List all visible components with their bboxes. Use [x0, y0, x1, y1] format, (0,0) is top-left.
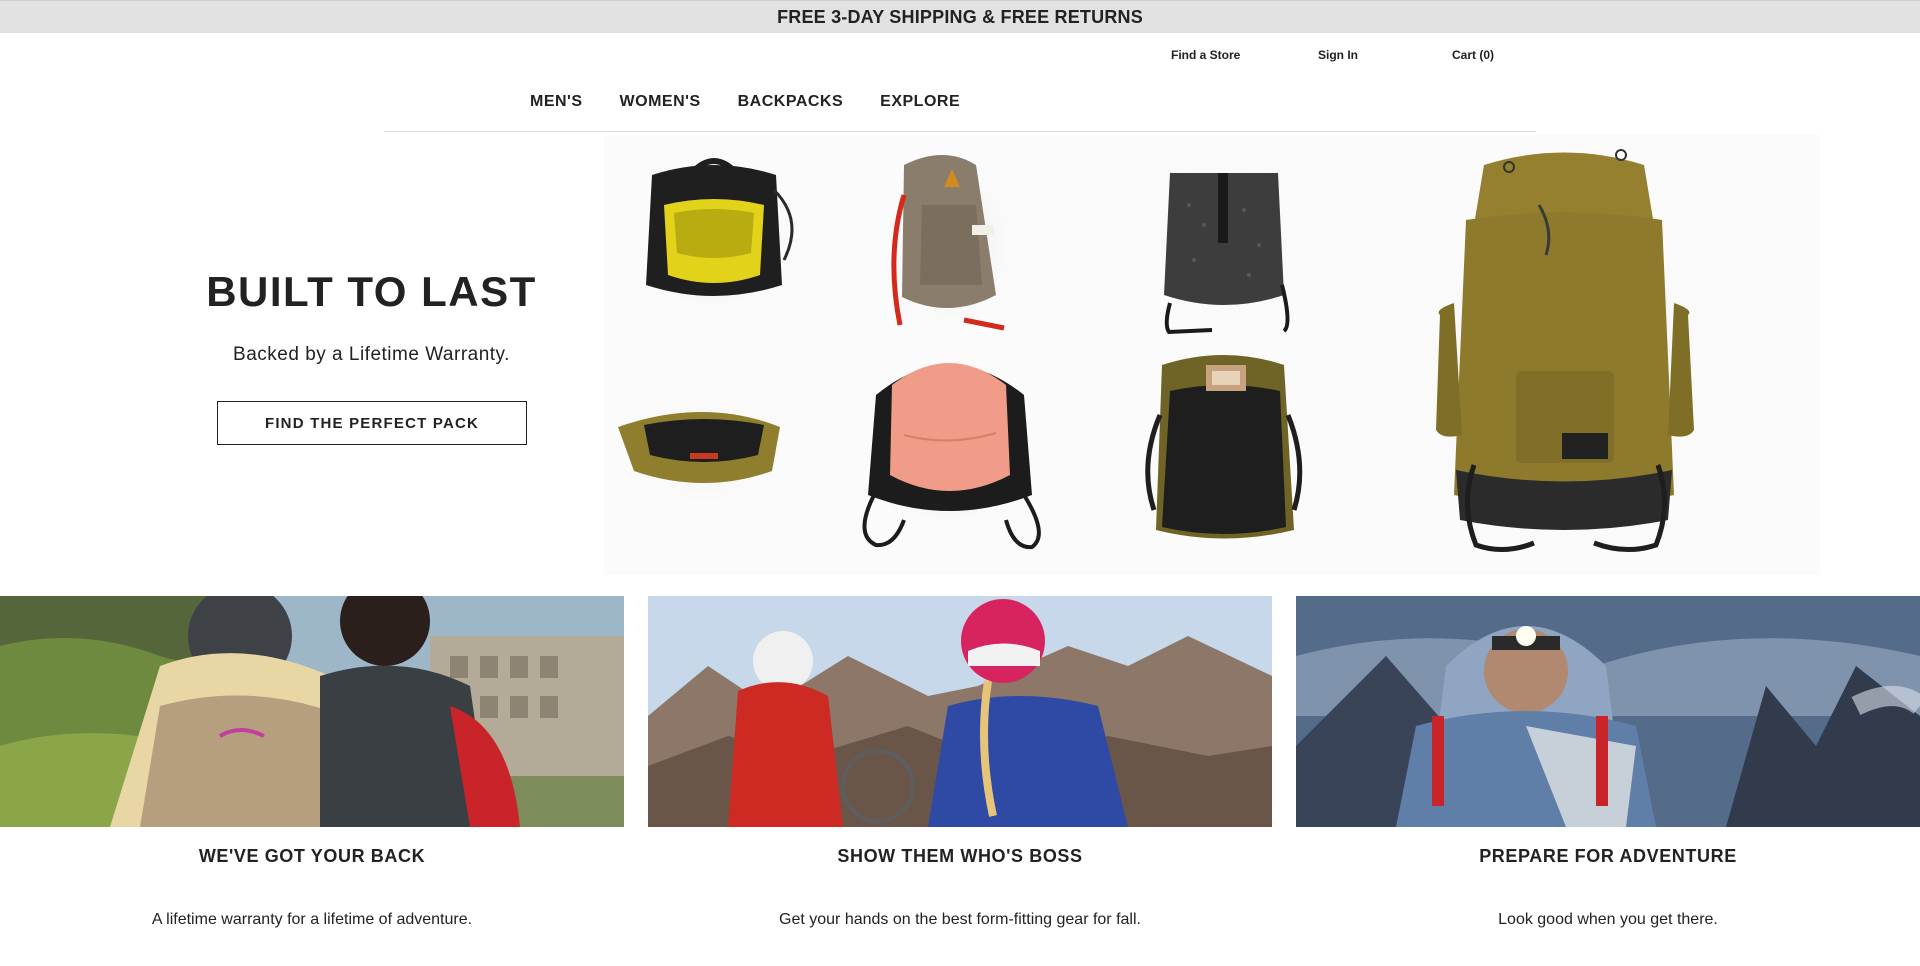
promo-text: FREE 3-DAY SHIPPING & FREE RETURNS	[777, 6, 1143, 27]
tile-text-1: A lifetime warranty for a lifetime of ad…	[151, 911, 473, 928]
find-store-link[interactable]: Find a Store	[1171, 48, 1240, 62]
hero-subtitle: Backed by a Lifetime Warranty.	[233, 344, 510, 365]
tile-image-climbers[interactable]	[648, 596, 1272, 827]
coral-lined-pack	[854, 350, 1044, 550]
promo-bar: FREE 3-DAY SHIPPING & FREE RETURNS	[0, 0, 1920, 33]
nav-explore[interactable]: EXPLORE	[880, 93, 960, 111]
tile-title-1[interactable]: WE'VE GOT YOUR BACK	[0, 846, 624, 867]
tile-title-2[interactable]: SHOW THEM WHO'S BOSS	[648, 846, 1272, 867]
tile-text-2: Get your hands on the best form-fitting …	[779, 911, 1141, 928]
climbers-photo	[648, 596, 1272, 827]
grey-daypack	[869, 145, 1029, 345]
sign-in-link[interactable]: Sign In	[1318, 48, 1358, 62]
find-pack-button[interactable]: FIND THE PERFECT PACK	[217, 401, 527, 445]
tile-text-3: Look good when you get there.	[1498, 911, 1718, 928]
tile-title-3[interactable]: PREPARE FOR ADVENTURE	[1296, 846, 1920, 867]
hikers-backpack-photo	[0, 596, 624, 827]
nav-mens[interactable]: MEN'S	[530, 93, 583, 111]
main-nav: MEN'S WOMEN'S BACKPACKS EXPLORE	[530, 93, 960, 111]
tile-image-headlamp[interactable]	[1296, 596, 1920, 827]
find-pack-button-label: FIND THE PERFECT PACK	[264, 414, 480, 432]
cart-link[interactable]: Cart (0)	[1452, 48, 1494, 62]
olive-duffel-pack	[614, 390, 794, 510]
nav-womens[interactable]: WOMEN'S	[620, 93, 701, 111]
black-olive-pack	[1139, 350, 1309, 550]
headlamp-hiker-photo	[1296, 596, 1920, 827]
backpack-collection-image	[604, 135, 1820, 575]
dark-rolltop-pack	[1144, 145, 1304, 335]
nav-divider	[384, 131, 1536, 132]
nav-backpacks[interactable]: BACKPACKS	[738, 93, 844, 111]
tile-image-hikers[interactable]	[0, 596, 624, 827]
hero-title: BUILT TO LAST	[206, 268, 537, 315]
